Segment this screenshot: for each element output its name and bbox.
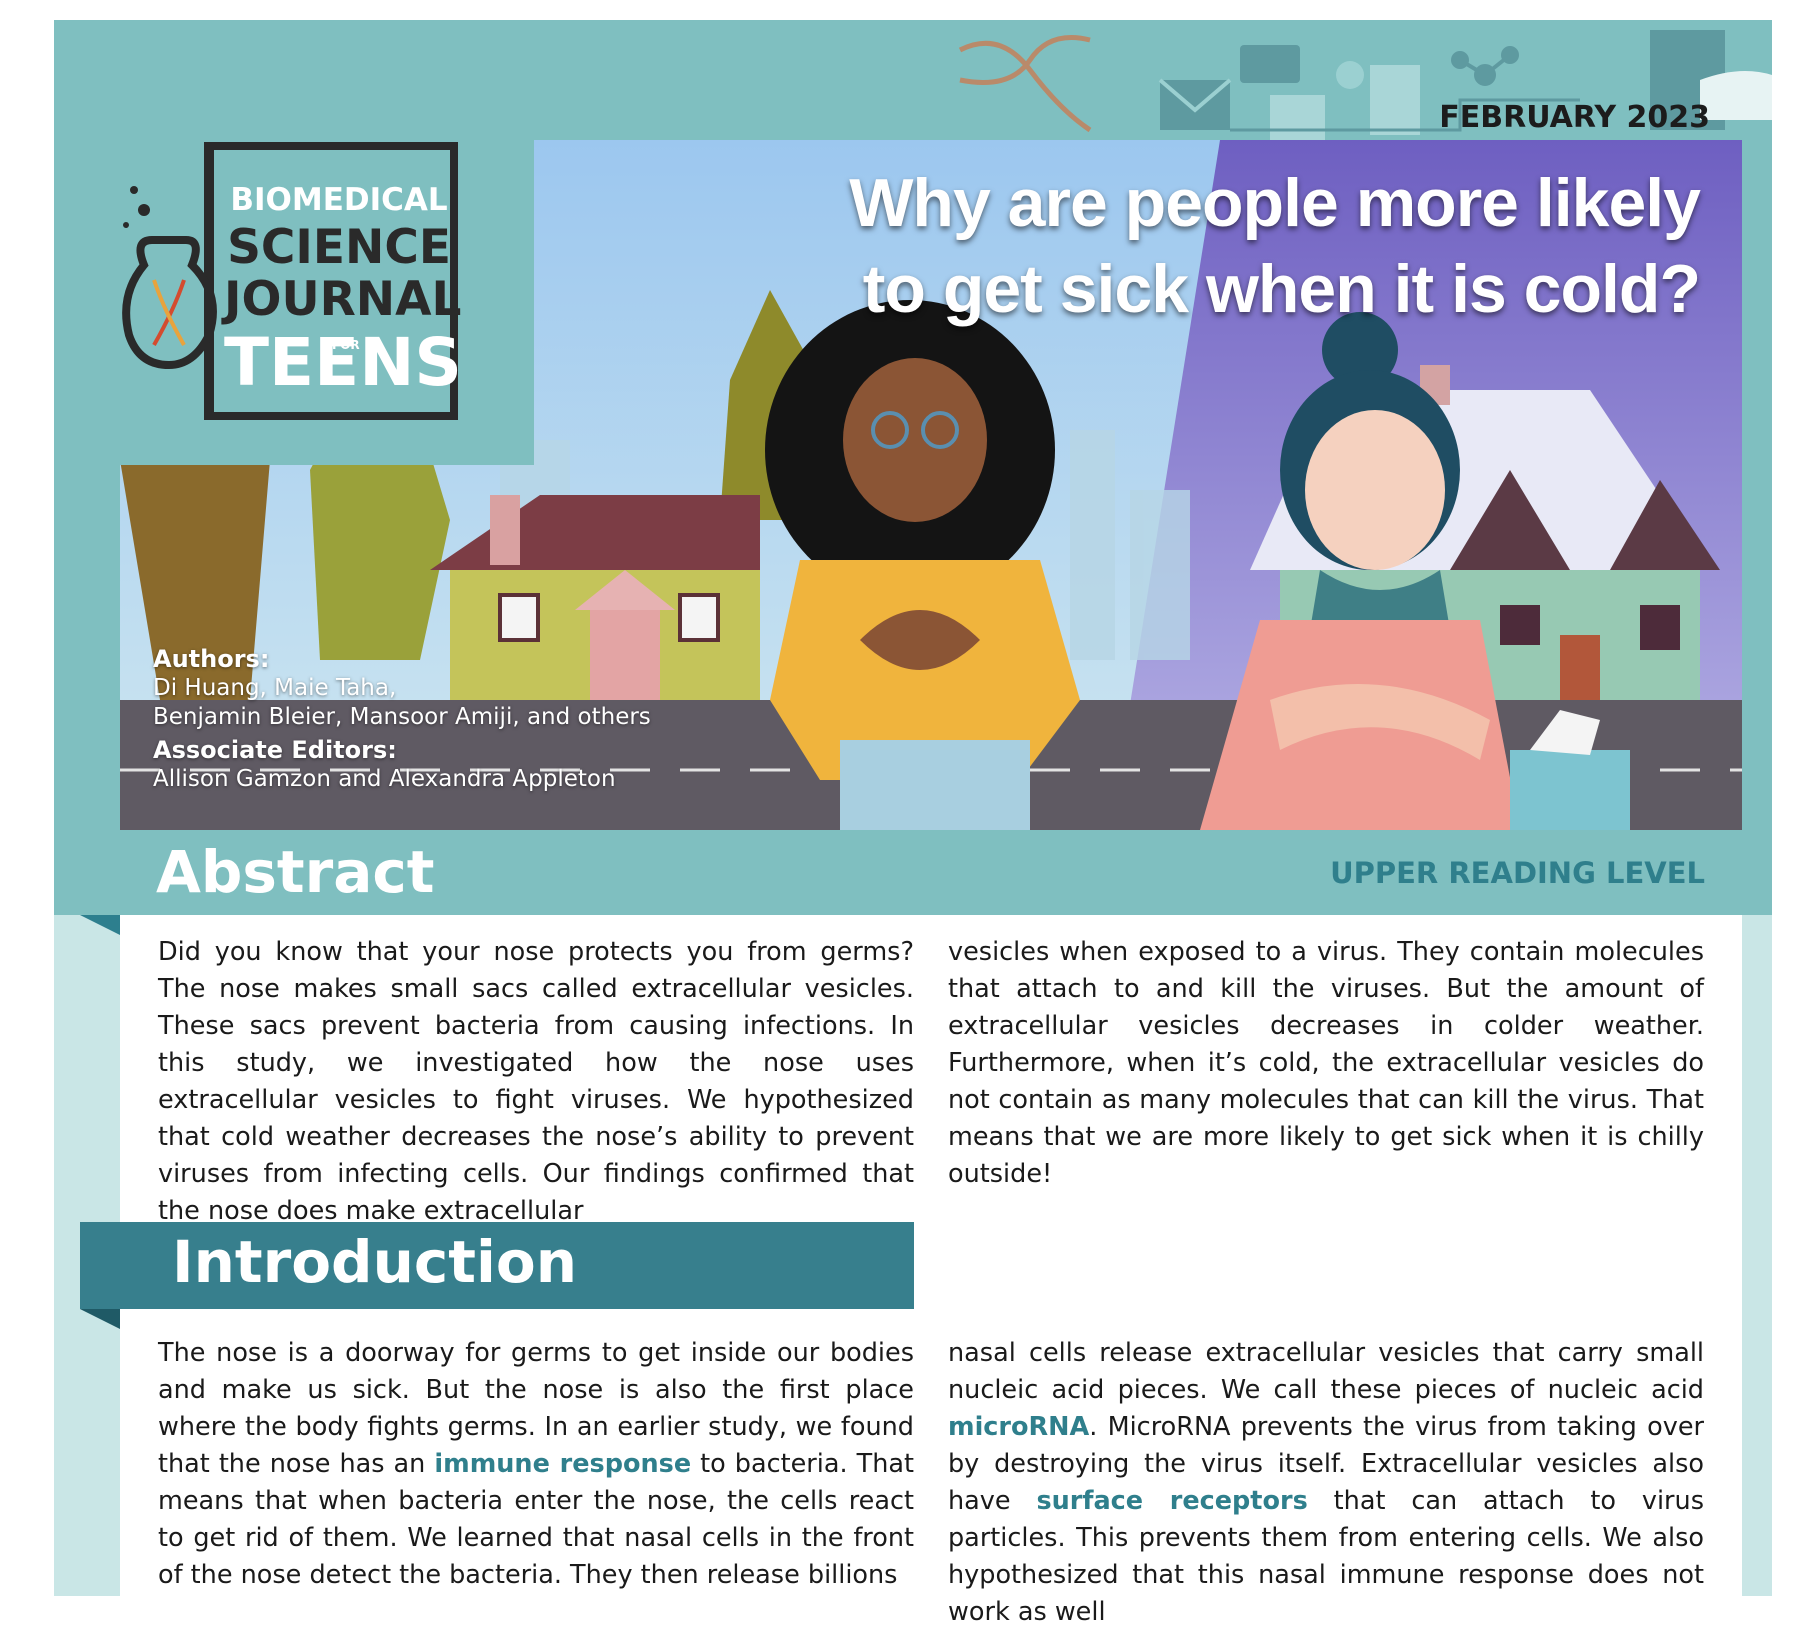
glossary-term-surface-receptors[interactable]: surface receptors (1036, 1486, 1307, 1516)
credits-block: Authors: Di Huang, Maie Taha, Benjamin B… (153, 645, 651, 794)
abstract-text-2: vesicles when exposed to a virus. They c… (948, 937, 1704, 1189)
logo-for: FOR (332, 338, 360, 352)
glossary-term-immune-response[interactable]: immune response (434, 1449, 691, 1479)
molecule-icon (1451, 46, 1519, 86)
abstract-ribbon-fold (80, 915, 120, 935)
abstract-column-2: vesicles when exposed to a virus. They c… (948, 934, 1704, 1193)
introduction-text-1: The nose is a doorway for germs to get i… (158, 1338, 914, 1590)
chat-bubble-icon (1240, 45, 1300, 83)
dna-icon (958, 35, 1092, 133)
abstract-text-1: Did you know that your nose protects you… (158, 937, 914, 1226)
introduction-ribbon-fold (80, 1309, 120, 1329)
journal-logo[interactable]: BIOMEDICAL SCIENCE JOURNAL TEENS FOR (54, 120, 534, 465)
pill-icon (1336, 61, 1364, 89)
hand-icon (1700, 71, 1772, 120)
authors-line-1: Di Huang, Maie Taha, (153, 675, 397, 701)
introduction-column-1: The nose is a doorway for germs to get i… (158, 1335, 914, 1594)
introduction-column-2: nasal cells release extracellular vesicl… (948, 1335, 1704, 1631)
logo-line-teens: TEENS (224, 324, 462, 401)
article-title: Why are people more likely to get sick w… (760, 160, 1701, 332)
title-line-1: Why are people more likely (849, 165, 1701, 241)
abstract-heading: Abstract (156, 838, 435, 906)
title-line-2: to get sick when it is cold? (862, 251, 1701, 327)
logo-line-science: SCIENCE (227, 220, 451, 275)
reading-level-label: UPPER READING LEVEL (1330, 856, 1705, 890)
logo-line-biomedical: BIOMEDICAL (230, 182, 448, 218)
introduction-heading: Introduction (172, 1228, 577, 1296)
flask-icon (122, 186, 217, 370)
glossary-term-microrna[interactable]: microRNA (948, 1412, 1089, 1442)
editors-names: Allison Gamzon and Alexandra Appleton (153, 766, 616, 792)
authors-line-2: Benjamin Bleier, Mansoor Amiji, and othe… (153, 704, 651, 730)
issue-date: FEBRUARY 2023 (1439, 100, 1710, 135)
logo-line-journal: JOURNAL (224, 272, 462, 327)
introduction-text-2: nasal cells release extracellular vesicl… (948, 1338, 1704, 1627)
abstract-column-1: Did you know that your nose protects you… (158, 934, 914, 1230)
editors-label: Associate Editors: (153, 736, 397, 764)
authors-label: Authors: (153, 645, 270, 673)
